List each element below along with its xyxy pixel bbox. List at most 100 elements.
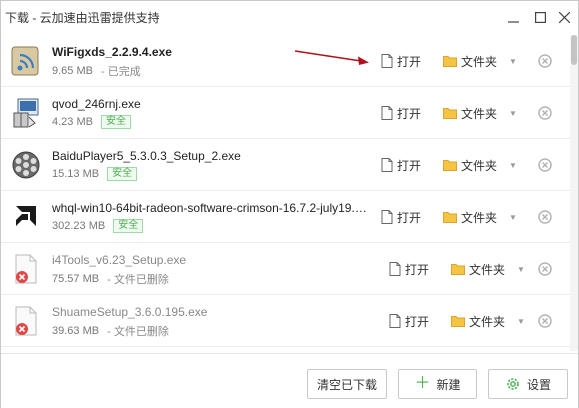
- list-item: WiFigxds_2.2.9.4.exe 9.65 MB - 已完成 打开 文件…: [1, 35, 571, 87]
- open-label: 打开: [397, 210, 422, 225]
- document-icon: [381, 106, 393, 120]
- amd-logo-icon: [12, 203, 40, 231]
- gear-icon: [507, 378, 519, 390]
- list-item: ShuameSetup_3.6.0.195.exe 39.63 MB - 文件已…: [1, 295, 571, 347]
- deleted-file-icon: [15, 306, 37, 336]
- title-bar: 下载 - 云加速由迅雷提供支持: [1, 1, 578, 33]
- file-name[interactable]: ShuameSetup_3.6.0.195.exe: [52, 305, 370, 319]
- document-icon: [389, 314, 401, 328]
- folder-label: 文件夹: [461, 158, 498, 173]
- folder-button[interactable]: 文件夹: [443, 105, 497, 121]
- list-item: whql-win10-64bit-radeon-software-crimson…: [1, 191, 571, 243]
- scrollbar[interactable]: [570, 35, 578, 351]
- annotation-arrow-icon: [294, 50, 369, 65]
- list-item: qvod_246rnj.exe 4.23 MB 安全 打开 文件夹 ▼: [1, 87, 571, 139]
- open-label: 打开: [405, 262, 430, 277]
- open-label: 打开: [397, 106, 422, 121]
- file-name[interactable]: qvod_246rnj.exe: [52, 97, 370, 111]
- new-download-button[interactable]: ＋ 新建: [398, 369, 477, 399]
- maximize-icon: [534, 11, 546, 23]
- file-status: - 已完成: [100, 66, 141, 78]
- folder-dropdown-icon[interactable]: ▼: [516, 314, 526, 328]
- folder-label: 文件夹: [461, 210, 498, 225]
- remove-icon[interactable]: [538, 210, 552, 224]
- folder-label: 文件夹: [469, 314, 506, 329]
- clear-downloaded-button[interactable]: 清空已下载: [307, 369, 387, 399]
- folder-dropdown-icon[interactable]: ▼: [508, 54, 518, 68]
- folder-icon: [443, 212, 457, 223]
- window-title: 下载 - 云加速由迅雷提供支持: [5, 11, 160, 25]
- file-meta: 75.57 MB - 文件已删除: [52, 271, 169, 287]
- settings-label: 设置: [526, 377, 551, 392]
- folder-icon: [443, 108, 457, 119]
- folder-button[interactable]: 文件夹: [443, 157, 497, 173]
- folder-label: 文件夹: [461, 106, 498, 121]
- list-item: BaiduPlayer5_5.3.0.3_Setup_2.exe 15.13 M…: [1, 139, 571, 191]
- folder-icon: [451, 316, 465, 327]
- close-button[interactable]: [554, 7, 574, 27]
- file-meta: 4.23 MB 安全: [52, 115, 131, 129]
- open-button[interactable]: 打开: [389, 261, 429, 277]
- file-name[interactable]: whql-win10-64bit-radeon-software-crimson…: [52, 201, 370, 215]
- document-icon: [381, 54, 393, 68]
- folder-dropdown-icon[interactable]: ▼: [508, 158, 518, 172]
- remove-icon[interactable]: [538, 106, 552, 120]
- film-reel-icon: [12, 151, 40, 179]
- remove-icon[interactable]: [538, 262, 552, 276]
- download-list: WiFigxds_2.2.9.4.exe 9.65 MB - 已完成 打开 文件…: [1, 35, 571, 351]
- document-icon: [389, 262, 401, 276]
- minimize-icon: [507, 20, 519, 23]
- deleted-file-icon: [15, 254, 37, 284]
- installer-icon: [13, 98, 39, 128]
- file-status: - 文件已删除: [107, 326, 169, 338]
- scroll-thumb[interactable]: [571, 35, 577, 65]
- file-size: 9.65 MB: [52, 65, 93, 77]
- folder-button[interactable]: 文件夹: [451, 261, 505, 277]
- file-meta: 15.13 MB 安全: [52, 167, 138, 181]
- open-label: 打开: [397, 54, 422, 69]
- maximize-button[interactable]: [530, 7, 550, 27]
- settings-button[interactable]: 设置: [488, 369, 568, 399]
- folder-dropdown-icon[interactable]: ▼: [508, 210, 518, 224]
- file-name[interactable]: BaiduPlayer5_5.3.0.3_Setup_2.exe: [52, 149, 370, 163]
- folder-label: 文件夹: [461, 54, 498, 69]
- folder-dropdown-icon[interactable]: ▼: [508, 106, 518, 120]
- remove-icon[interactable]: [538, 158, 552, 172]
- file-size: 302.23 MB: [52, 220, 106, 232]
- folder-dropdown-icon[interactable]: ▼: [516, 262, 526, 276]
- close-icon: [558, 11, 570, 23]
- plus-icon: ＋: [414, 375, 431, 392]
- folder-label: 文件夹: [469, 262, 506, 277]
- remove-icon[interactable]: [538, 314, 552, 328]
- open-button[interactable]: 打开: [389, 313, 429, 329]
- file-size: 39.63 MB: [52, 325, 100, 337]
- document-icon: [381, 158, 393, 172]
- folder-button[interactable]: 文件夹: [443, 53, 497, 69]
- file-meta: 302.23 MB 安全: [52, 219, 144, 233]
- download-window: 下载 - 云加速由迅雷提供支持 WiFigxds_2.2.9.4.exe 9.6…: [0, 0, 579, 408]
- open-button[interactable]: 打开: [381, 53, 421, 69]
- wifi-app-icon: [11, 46, 39, 76]
- folder-button[interactable]: 文件夹: [443, 209, 497, 225]
- safe-badge: 安全: [113, 219, 144, 233]
- new-download-label: 新建: [436, 377, 461, 392]
- open-button[interactable]: 打开: [381, 157, 421, 173]
- file-name[interactable]: i4Tools_v6.23_Setup.exe: [52, 253, 370, 267]
- file-size: 15.13 MB: [52, 168, 100, 180]
- file-meta: 9.65 MB - 已完成: [52, 63, 141, 79]
- open-button[interactable]: 打开: [381, 105, 421, 121]
- folder-button[interactable]: 文件夹: [451, 313, 505, 329]
- folder-icon: [443, 160, 457, 171]
- footer-toolbar: 清空已下载 ＋ 新建 设置: [1, 353, 578, 408]
- list-item: i4Tools_v6.23_Setup.exe 75.57 MB - 文件已删除…: [1, 243, 571, 295]
- open-button[interactable]: 打开: [381, 209, 421, 225]
- file-meta: 39.63 MB - 文件已删除: [52, 323, 169, 339]
- remove-icon[interactable]: [538, 54, 552, 68]
- folder-icon: [451, 264, 465, 275]
- clear-downloaded-label: 清空已下载: [316, 377, 377, 392]
- file-status: - 文件已删除: [107, 274, 169, 286]
- minimize-button[interactable]: [503, 7, 523, 27]
- file-size: 75.57 MB: [52, 273, 100, 285]
- safe-badge: 安全: [107, 167, 138, 181]
- safe-badge: 安全: [100, 115, 131, 129]
